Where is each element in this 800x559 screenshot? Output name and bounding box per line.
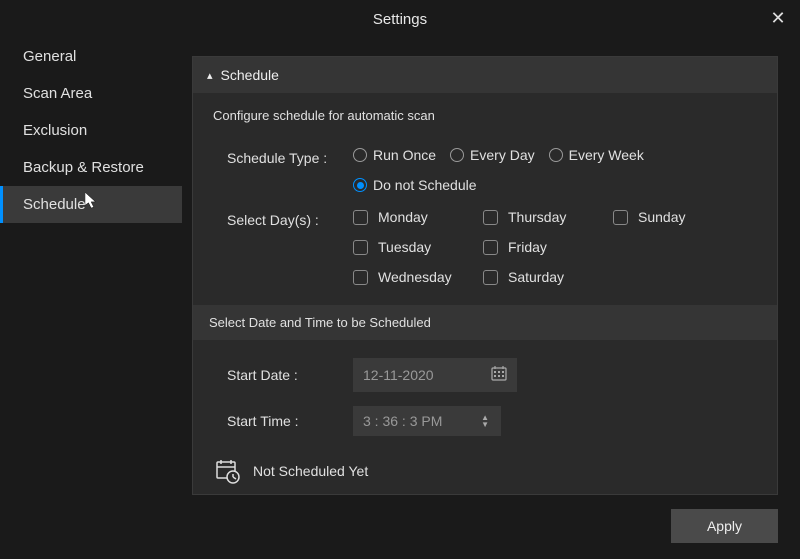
radio-icon — [353, 148, 367, 162]
checkbox-label: Saturday — [508, 269, 564, 285]
time-spinner[interactable]: ▲ ▼ — [481, 414, 491, 428]
chevron-up-icon: ▴ — [207, 69, 213, 82]
sidebar-item-label: Backup & Restore — [23, 159, 144, 176]
checkbox-saturday[interactable]: Saturday — [483, 269, 603, 285]
radio-icon — [549, 148, 563, 162]
sidebar-item-label: Schedule — [23, 196, 86, 213]
checkbox-label: Wednesday — [378, 269, 452, 285]
sidebar-item-schedule[interactable]: Schedule — [0, 186, 182, 223]
window-title: Settings — [373, 11, 427, 28]
main-content: ▴ Schedule Configure schedule for automa… — [182, 38, 800, 559]
panel-title: Schedule — [221, 67, 279, 83]
close-button[interactable]: ✕ — [768, 8, 788, 28]
checkbox-icon — [483, 240, 498, 255]
checkbox-label: Thursday — [508, 209, 566, 225]
radio-icon — [353, 178, 367, 192]
checkbox-label: Friday — [508, 239, 547, 255]
radio-label: Do not Schedule — [373, 177, 477, 193]
chevron-down-icon[interactable]: ▼ — [481, 421, 489, 428]
checkbox-icon — [353, 210, 368, 225]
schedule-status-text: Not Scheduled Yet — [253, 463, 368, 479]
schedule-panel: ▴ Schedule Configure schedule for automa… — [192, 56, 778, 495]
radio-label: Every Week — [569, 147, 644, 163]
start-time-label: Start Time : — [227, 413, 353, 429]
calendar-icon[interactable] — [491, 365, 507, 385]
sidebar-item-exclusion[interactable]: Exclusion — [0, 112, 182, 149]
checkbox-icon — [483, 210, 498, 225]
sidebar-item-label: General — [23, 48, 76, 65]
sidebar-item-label: Exclusion — [23, 122, 87, 139]
checkbox-wednesday[interactable]: Wednesday — [353, 269, 473, 285]
checkbox-label: Tuesday — [378, 239, 431, 255]
start-date-label: Start Date : — [227, 367, 353, 383]
sidebar: General Scan Area Exclusion Backup & Res… — [0, 38, 182, 559]
start-time-value: 3 : 36 : 3 PM — [363, 413, 442, 429]
checkbox-icon — [483, 270, 498, 285]
checkbox-label: Monday — [378, 209, 428, 225]
titlebar: Settings ✕ — [0, 0, 800, 38]
radio-every-week[interactable]: Every Week — [549, 147, 644, 163]
checkbox-icon — [353, 270, 368, 285]
radio-run-once[interactable]: Run Once — [353, 147, 436, 163]
checkbox-sunday[interactable]: Sunday — [613, 209, 733, 225]
sidebar-item-backup-restore[interactable]: Backup & Restore — [0, 149, 182, 186]
checkbox-label: Sunday — [638, 209, 685, 225]
checkbox-icon — [613, 210, 628, 225]
radio-label: Every Day — [470, 147, 535, 163]
checkbox-thursday[interactable]: Thursday — [483, 209, 603, 225]
radio-every-day[interactable]: Every Day — [450, 147, 535, 163]
sidebar-item-scan-area[interactable]: Scan Area — [0, 75, 182, 112]
radio-do-not-schedule[interactable]: Do not Schedule — [353, 177, 477, 193]
apply-button[interactable]: Apply — [671, 509, 778, 543]
checkbox-monday[interactable]: Monday — [353, 209, 473, 225]
panel-description: Configure schedule for automatic scan — [213, 108, 757, 123]
checkbox-friday[interactable]: Friday — [483, 239, 603, 255]
cursor-icon — [85, 192, 99, 210]
radio-label: Run Once — [373, 147, 436, 163]
apply-button-label: Apply — [707, 518, 742, 534]
datetime-section-header: Select Date and Time to be Scheduled — [193, 305, 777, 340]
start-time-input[interactable]: 3 : 36 : 3 PM ▲ ▼ — [353, 406, 501, 436]
close-icon: ✕ — [770, 8, 785, 29]
start-date-input[interactable]: 12-11-2020 — [353, 358, 517, 392]
panel-header[interactable]: ▴ Schedule — [193, 57, 777, 94]
schedule-icon — [215, 458, 241, 484]
footer: Apply — [192, 495, 778, 543]
sidebar-item-general[interactable]: General — [0, 38, 182, 75]
schedule-type-label: Schedule Type : — [227, 147, 353, 166]
start-date-value: 12-11-2020 — [363, 367, 434, 383]
radio-icon — [450, 148, 464, 162]
schedule-status: Not Scheduled Yet — [213, 450, 757, 484]
select-days-label: Select Day(s) : — [227, 209, 353, 228]
checkbox-icon — [353, 240, 368, 255]
sidebar-item-label: Scan Area — [23, 85, 92, 102]
checkbox-tuesday[interactable]: Tuesday — [353, 239, 473, 255]
